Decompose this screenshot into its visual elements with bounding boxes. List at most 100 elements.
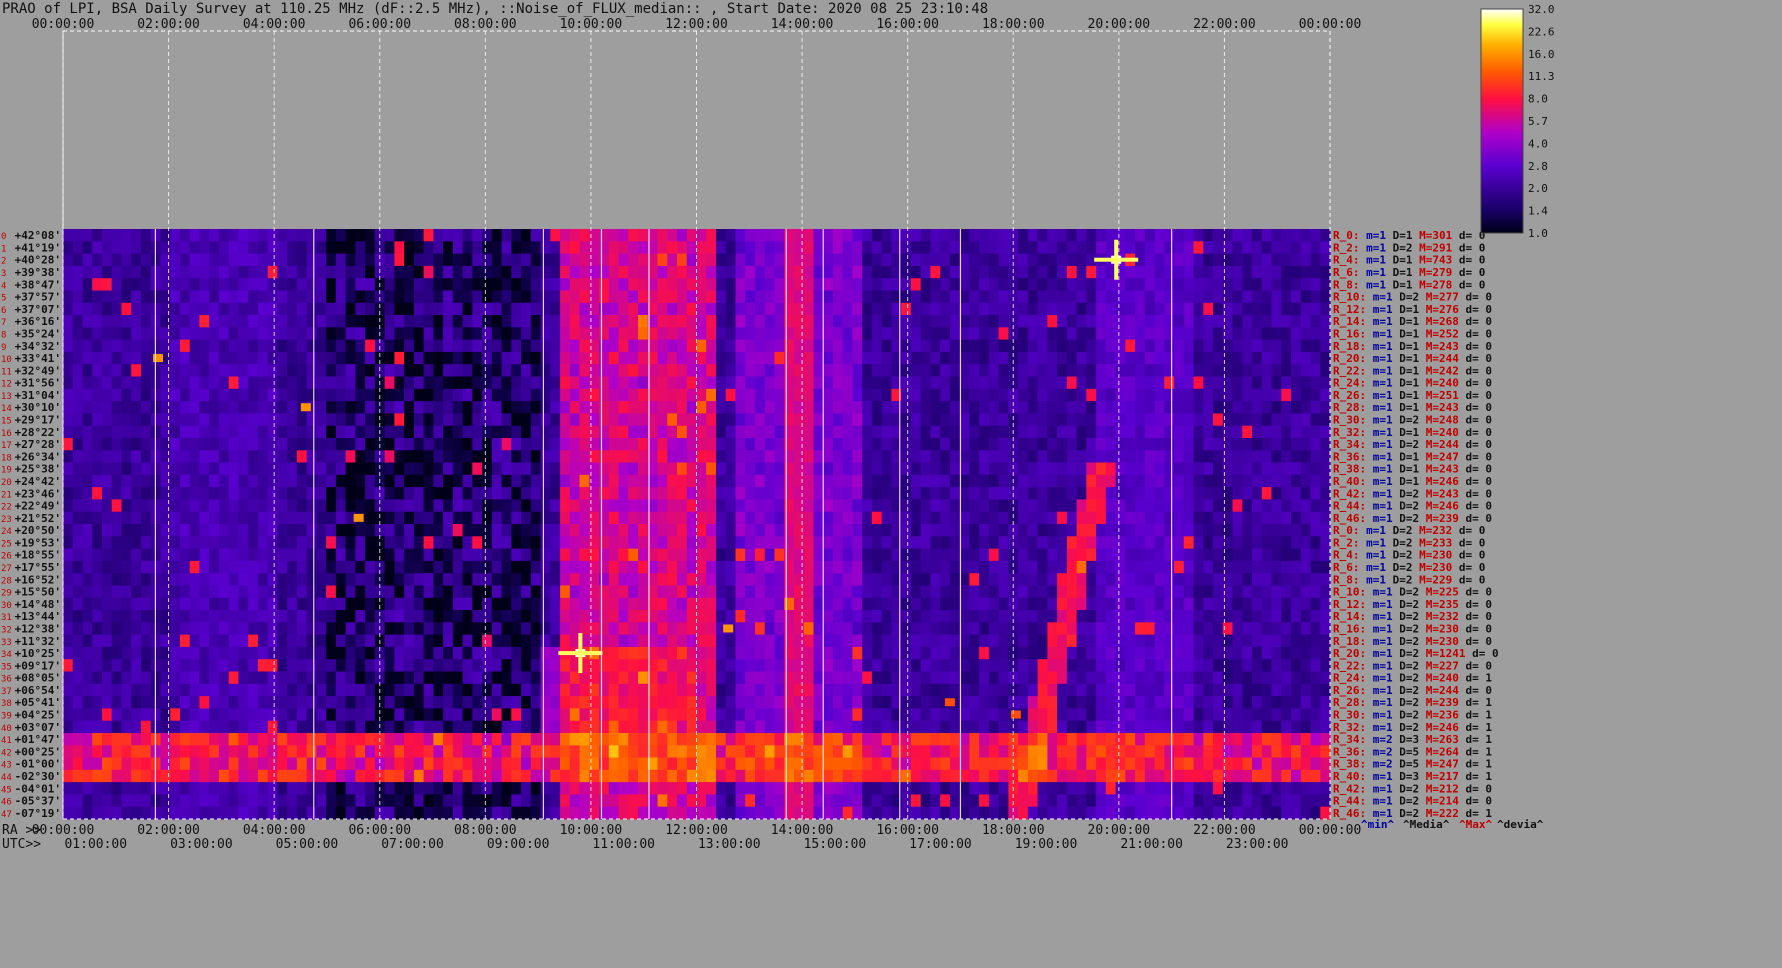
heatmap-cell — [1203, 438, 1214, 451]
heatmap-cell — [228, 671, 239, 685]
heatmap-cell — [472, 425, 483, 439]
heatmap-cell — [1066, 671, 1078, 685]
heatmap-cell — [511, 524, 522, 537]
heatmap-cell — [579, 315, 590, 328]
heatmap-cell — [462, 536, 473, 550]
heatmap-cell — [716, 548, 727, 562]
heatmap-cell — [491, 671, 503, 685]
heatmap-cell — [920, 450, 931, 464]
heatmap-cell — [72, 573, 83, 587]
heatmap-cell — [774, 229, 785, 242]
heatmap-cell — [696, 302, 707, 316]
heatmap-cell — [599, 241, 610, 255]
heatmap-cell — [1047, 327, 1058, 341]
heatmap-cell — [998, 302, 1009, 316]
heatmap-cell — [1203, 646, 1214, 660]
heatmap-cell — [452, 610, 464, 623]
heatmap-cell — [1320, 315, 1331, 328]
heatmap-cell — [540, 450, 551, 464]
heatmap-cell — [628, 450, 639, 464]
heatmap-cell — [764, 364, 775, 378]
heatmap-cell — [949, 610, 961, 623]
heatmap-cell — [472, 683, 483, 697]
heatmap-cell — [1154, 229, 1165, 242]
heatmap-cell — [482, 253, 493, 267]
heatmap-cell — [696, 560, 707, 574]
heatmap-cell — [92, 401, 103, 414]
heatmap-cell — [170, 524, 181, 537]
heatmap-cell — [180, 597, 191, 611]
heatmap-cell — [1037, 302, 1048, 316]
heatmap-cell — [1291, 364, 1302, 378]
heatmap-cell — [452, 646, 464, 660]
heatmap-cell — [735, 290, 746, 304]
heatmap-cell — [345, 487, 356, 500]
heatmap-cell — [881, 438, 892, 451]
heatmap-cell — [335, 597, 347, 611]
heatmap-cell — [189, 671, 200, 685]
heatmap-cell — [1086, 585, 1097, 599]
heatmap-cell — [160, 425, 171, 439]
heatmap-cell — [413, 585, 425, 599]
heatmap-cell — [1174, 278, 1185, 292]
heatmap-cell — [1310, 364, 1321, 378]
heatmap-cell — [199, 610, 210, 623]
heatmap-cell — [901, 560, 912, 574]
heatmap-cell — [287, 683, 298, 697]
heatmap-cell — [988, 622, 1000, 636]
heatmap-cell — [1076, 438, 1087, 451]
heatmap-cell — [1281, 290, 1292, 304]
heatmap-cell — [969, 425, 980, 439]
heatmap-cell — [1018, 339, 1029, 353]
heatmap-cell — [735, 364, 746, 378]
heatmap-cell — [521, 327, 532, 341]
heatmap-cell — [540, 376, 551, 390]
heatmap-cell — [1154, 376, 1165, 390]
heatmap-cell — [1310, 302, 1321, 316]
heatmap-cell — [608, 413, 620, 427]
heatmap-cell — [1252, 413, 1263, 427]
heatmap-cell — [92, 560, 103, 574]
heatmap-cell — [102, 450, 113, 464]
heatmap-cell — [287, 364, 298, 378]
heatmap-cell — [111, 548, 122, 562]
heatmap-cell — [901, 585, 912, 599]
heatmap-cell — [521, 499, 532, 513]
heatmap-cell — [560, 524, 571, 537]
heatmap-cell — [1174, 634, 1185, 648]
heatmap-cell — [745, 339, 756, 353]
heatmap-cell — [365, 302, 376, 316]
heatmap-cell — [180, 376, 191, 390]
heatmap-cell — [433, 573, 444, 587]
heatmap-cell — [82, 315, 93, 328]
heatmap-cell — [813, 524, 824, 537]
heatmap-cell — [267, 290, 278, 304]
heatmap-cell — [1242, 351, 1253, 365]
heatmap-cell — [803, 302, 814, 316]
heatmap-cell — [949, 573, 961, 587]
heatmap-cell — [180, 671, 191, 685]
heatmap-cell — [667, 229, 678, 242]
heatmap-cell — [1232, 315, 1243, 328]
heatmap-cell — [384, 671, 395, 685]
heatmap-cell — [998, 253, 1009, 267]
heatmap-cell — [218, 339, 230, 353]
heatmap-cell — [111, 229, 122, 242]
heatmap-cell — [706, 425, 717, 439]
heatmap-cell — [1281, 536, 1292, 550]
heatmap-cell — [384, 683, 395, 697]
heatmap-cell — [394, 474, 405, 488]
heatmap-cell — [63, 229, 74, 242]
heatmap-cell — [1320, 487, 1331, 500]
heatmap-cell — [1183, 450, 1195, 464]
heatmap-cell — [1174, 425, 1185, 439]
heatmap-cell — [102, 683, 113, 697]
heatmap-cell — [365, 438, 376, 451]
heatmap-cell — [326, 253, 337, 267]
heatmap-cell — [959, 511, 970, 525]
heatmap-cell — [550, 560, 561, 574]
heatmap-cell — [1115, 683, 1126, 697]
heatmap-cell — [832, 511, 844, 525]
heatmap-cell — [306, 671, 317, 685]
heatmap-cell — [930, 474, 941, 488]
